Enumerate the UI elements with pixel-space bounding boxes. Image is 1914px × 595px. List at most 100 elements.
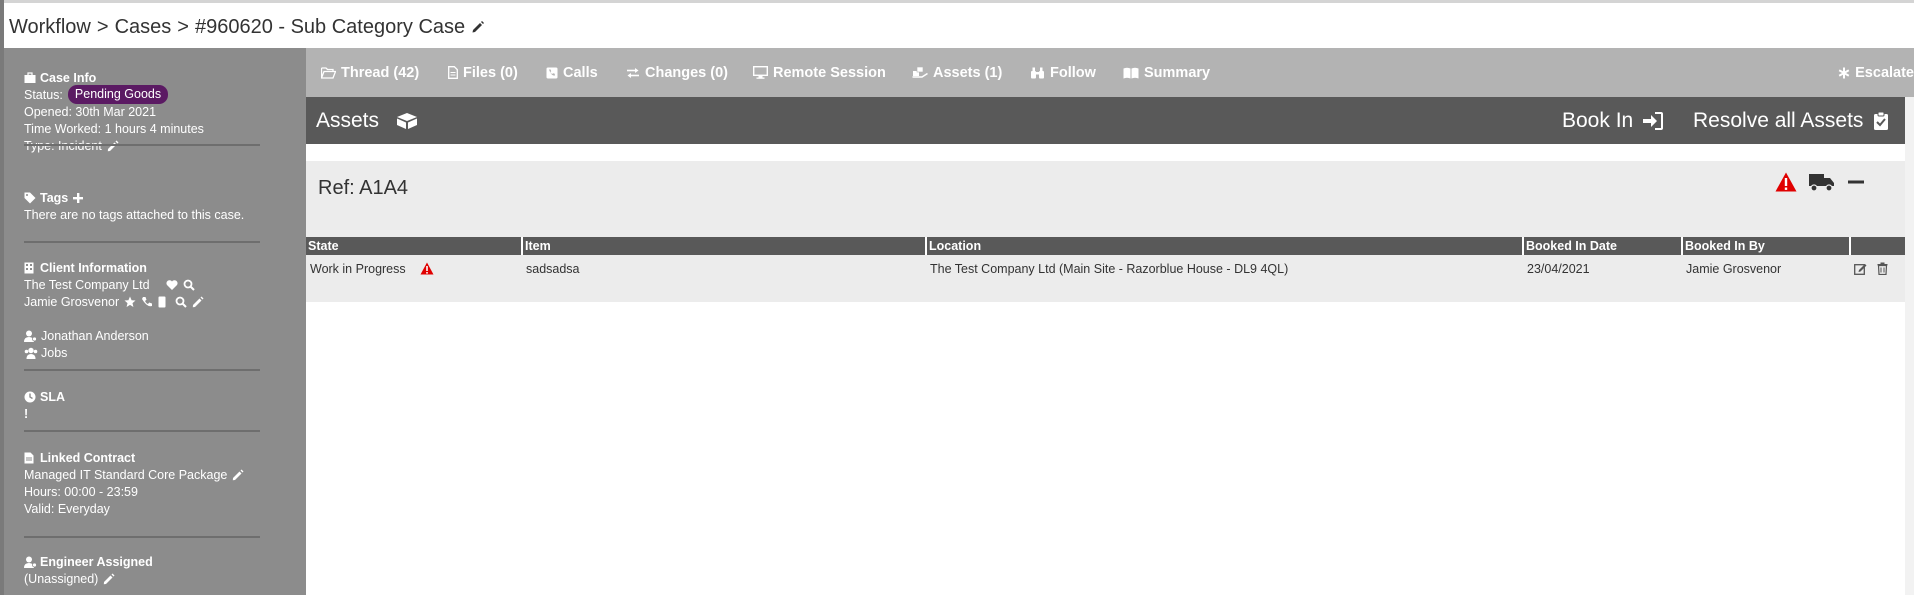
folder-open-icon xyxy=(321,66,336,79)
edit-engineer-pencil-icon[interactable] xyxy=(103,573,115,585)
user-line: Jonathan Anderson xyxy=(24,327,149,344)
book-icon xyxy=(1123,67,1139,79)
sla-value: ! xyxy=(24,406,29,421)
sidebar-divider xyxy=(24,144,260,146)
warning-icon[interactable] xyxy=(1775,172,1797,192)
client-company[interactable]: The Test Company Ltd xyxy=(24,278,150,292)
people-section: Jonathan Anderson Jobs xyxy=(24,327,149,361)
column-location[interactable]: Location xyxy=(926,237,1524,255)
tab-files[interactable]: Files (0) xyxy=(448,48,518,97)
column-actions xyxy=(1850,237,1905,255)
tab-changes[interactable]: Changes (0) xyxy=(626,48,728,97)
breadcrumb-separator: > xyxy=(177,15,189,38)
client-info-section: Client Information The Test Company Ltd … xyxy=(24,259,204,310)
case-sidebar: Case Info Status: Pending Goods Opened: … xyxy=(4,48,306,595)
breadcrumb-workflow[interactable]: Workflow xyxy=(9,16,91,39)
edit-title-pencil-icon[interactable] xyxy=(471,20,485,34)
tags-icon xyxy=(24,192,36,204)
sidebar-divider xyxy=(24,536,260,538)
item-cell: sadsadsa xyxy=(526,261,580,276)
tab-files-label: Files (0) xyxy=(463,64,518,81)
column-booked-in-date[interactable]: Booked In Date xyxy=(1523,237,1683,255)
heart-icon[interactable] xyxy=(165,279,178,291)
breadcrumb-cases[interactable]: Cases xyxy=(115,16,172,39)
resolve-all-assets-button[interactable]: Resolve all Assets xyxy=(1693,97,1889,144)
client-contact[interactable]: Jamie Grosvenor xyxy=(24,295,119,309)
asset-card-actions xyxy=(1775,172,1865,192)
linked-contract-heading: Linked Contract xyxy=(24,449,244,466)
sidebar-divider xyxy=(24,369,260,371)
truck-icon[interactable] xyxy=(1809,172,1835,192)
resolve-all-label: Resolve all Assets xyxy=(1693,108,1864,132)
column-booked-in-by[interactable]: Booked In By xyxy=(1682,237,1851,255)
building-icon xyxy=(24,262,36,274)
client-contact-line: Jamie Grosvenor xyxy=(24,293,204,310)
mobile-icon[interactable] xyxy=(158,296,170,308)
time-worked: Time Worked: 1 hours 4 minutes xyxy=(24,121,204,136)
collapse-minus-icon[interactable] xyxy=(1847,173,1865,191)
document-icon xyxy=(24,452,36,464)
engineer-line: (Unassigned) xyxy=(24,570,153,587)
edit-icon[interactable] xyxy=(1854,262,1867,275)
tab-thread-label: Thread (42) xyxy=(341,64,420,81)
client-company-line: The Test Company Ltd xyxy=(24,276,204,293)
star-icon[interactable] xyxy=(124,296,136,308)
book-in-label: Book In xyxy=(1562,108,1634,132)
booked-in-date-cell: 23/04/2021 xyxy=(1527,261,1590,276)
phone-icon[interactable] xyxy=(141,296,153,308)
exchange-icon xyxy=(626,67,640,79)
client-info-title: Client Information xyxy=(40,260,147,275)
tab-thread[interactable]: Thread (42) xyxy=(321,48,419,97)
jobs-line: Jobs xyxy=(24,344,149,361)
tab-remote-session[interactable]: Remote Session xyxy=(753,48,886,97)
column-state[interactable]: State xyxy=(306,237,523,255)
no-tags-text: There are no tags attached to this case. xyxy=(24,207,245,222)
tab-summary[interactable]: Summary xyxy=(1123,48,1210,97)
desktop-icon xyxy=(753,66,768,79)
table-row[interactable]: Work in Progress sadsadsa The Test Compa… xyxy=(306,255,1905,282)
case-tabs-bar: Thread (42) Files (0) Calls Changes (0) … xyxy=(306,48,1914,97)
contract-name-line: Managed IT Standard Core Package xyxy=(24,466,244,483)
briefcase-icon xyxy=(24,71,36,84)
state-cell: Work in Progress xyxy=(306,255,522,282)
edit-contract-pencil-icon[interactable] xyxy=(232,469,244,481)
escalate-label: Escalate xyxy=(1855,64,1914,81)
tab-calls[interactable]: Calls xyxy=(546,48,598,97)
search-icon[interactable] xyxy=(183,279,195,291)
assets-title-text: Assets xyxy=(316,108,380,132)
edit-contact-pencil-icon[interactable] xyxy=(192,296,204,308)
tab-assets[interactable]: Assets (1) xyxy=(912,48,1002,97)
tags-section: Tags There are no tags attached to this … xyxy=(24,189,244,223)
linked-contract-section: Linked Contract Managed IT Standard Core… xyxy=(24,449,244,517)
user-cog-icon xyxy=(24,556,37,568)
search-icon[interactable] xyxy=(175,296,187,308)
warning-icon xyxy=(420,262,434,275)
engineer-heading: Engineer Assigned xyxy=(24,553,153,570)
sla-title: SLA xyxy=(40,389,65,404)
asterisk-icon xyxy=(1838,67,1850,79)
engineer-title: Engineer Assigned xyxy=(40,554,153,569)
assets-icon xyxy=(912,66,928,79)
users-icon xyxy=(24,347,38,359)
assigned-user[interactable]: Jonathan Anderson xyxy=(41,329,149,343)
add-tag-plus-icon[interactable] xyxy=(72,192,84,204)
jobs-link[interactable]: Jobs xyxy=(41,346,67,360)
phone-square-icon xyxy=(546,67,558,79)
asset-table-header: State Item Location Booked In Date Booke… xyxy=(306,237,1905,255)
column-item[interactable]: Item xyxy=(522,237,927,255)
tab-follow-label: Follow xyxy=(1050,64,1096,81)
escalate-button[interactable]: Escalate xyxy=(1838,48,1914,97)
contract-name[interactable]: Managed IT Standard Core Package xyxy=(24,468,227,482)
trash-icon[interactable] xyxy=(1877,262,1888,275)
case-info-heading: Case Info xyxy=(24,69,204,86)
booked-in-by-cell: Jamie Grosvenor xyxy=(1686,261,1782,276)
scrollbar[interactable] xyxy=(1905,97,1914,595)
tab-summary-label: Summary xyxy=(1144,64,1211,81)
book-in-button[interactable]: Book In xyxy=(1562,97,1664,144)
status-badge[interactable]: Pending Goods xyxy=(67,85,169,104)
asset-ref: Ref: A1A4 xyxy=(318,177,409,199)
engineer-value: (Unassigned) xyxy=(24,571,99,586)
tab-follow[interactable]: Follow xyxy=(1030,48,1096,97)
tab-remote-session-label: Remote Session xyxy=(773,64,886,81)
clipboard-check-icon xyxy=(1873,111,1889,131)
